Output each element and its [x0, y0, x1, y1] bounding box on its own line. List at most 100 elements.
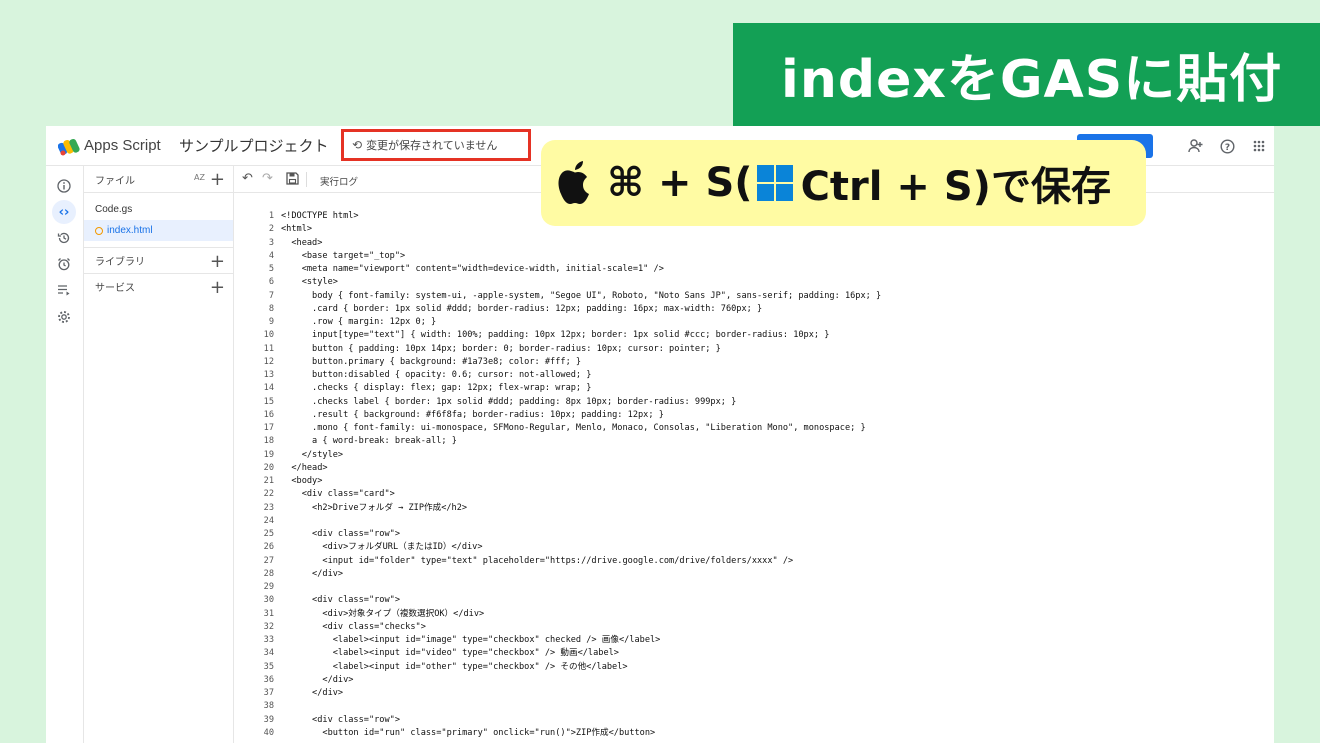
line-number: 31 — [263, 608, 274, 619]
line-number: 15 — [263, 396, 274, 407]
line-number: 4 — [268, 250, 274, 261]
project-name[interactable]: サンプルプロジェクト — [179, 135, 329, 156]
shortcut-win-text: Ctrl + S)で保存 — [800, 164, 1111, 210]
line-number: 17 — [263, 423, 274, 433]
line-number: 13 — [263, 370, 274, 380]
line-number: 1 — [268, 211, 274, 221]
share-person-icon[interactable] — [1186, 136, 1206, 156]
app-name[interactable]: Apps Script — [84, 137, 161, 154]
code-line: button:disabled { opacity: 0.6; cursor: … — [281, 370, 592, 380]
services-label: サービス — [95, 283, 135, 294]
sort-az-icon[interactable]: AZ — [194, 173, 205, 182]
code-line: body { font-family: system-ui, -apple-sy… — [281, 290, 882, 301]
apple-icon — [558, 161, 589, 204]
line-number: 33 — [263, 635, 274, 645]
file-item-index-html[interactable]: index.html — [84, 220, 233, 241]
unsaved-status-text: 変更が保存されていません — [366, 139, 498, 152]
undo-icon[interactable]: ↶ — [242, 171, 253, 186]
code-line: </div> — [281, 568, 344, 579]
line-number: 8 — [268, 303, 274, 314]
line-number: 16 — [263, 409, 274, 420]
code-line: <div class="row"> — [281, 595, 400, 606]
apps-grid-icon[interactable] — [1249, 136, 1269, 156]
code-line: <label><input id="other" type="checkbox"… — [281, 661, 628, 672]
code-line: input[type="text"] { width: 100%; paddin… — [281, 330, 830, 341]
code-line: .checks label { border: 1px solid #ddd; … — [281, 396, 737, 407]
settings-icon[interactable] — [52, 305, 76, 329]
save-icon[interactable] — [286, 172, 299, 189]
line-number: 24 — [263, 515, 274, 526]
code-line: button { padding: 10px 14px; border: 0; … — [281, 343, 721, 354]
line-number: 6 — [268, 277, 274, 288]
line-number: 22 — [263, 489, 274, 500]
line-number: 10 — [263, 330, 274, 341]
info-icon[interactable] — [52, 174, 76, 198]
code-line: <div class="card"> — [281, 489, 395, 500]
sync-icon: ⟲ — [352, 138, 363, 152]
code-line: .card { border: 1px solid #ddd; border-r… — [281, 303, 763, 314]
line-number: 7 — [268, 290, 274, 301]
add-service-icon[interactable]: + — [210, 277, 225, 298]
line-number: 30 — [263, 595, 274, 606]
line-number: 26 — [263, 542, 274, 553]
code-line: <label><input id="image" type="checkbox"… — [281, 635, 661, 645]
code-line: <div class="checks"> — [281, 621, 426, 632]
code-line: <div class="row"> — [281, 529, 400, 539]
code-line: <base target="_top"> — [281, 250, 406, 261]
windows-icon — [756, 165, 793, 201]
save-shortcut-hint: ⌘ + S( Ctrl + S)で保存 — [541, 140, 1146, 226]
code-line: <div>対象タイプ（複数選択OK）</div> — [281, 608, 485, 619]
redo-icon[interactable]: ↷ — [262, 171, 273, 186]
help-icon[interactable]: ? — [1217, 136, 1237, 156]
line-number: 14 — [263, 383, 274, 394]
code-line: </div> — [281, 688, 344, 698]
code-line: <meta name="viewport" content="width=dev… — [281, 264, 664, 274]
line-number: 36 — [263, 674, 274, 685]
code-line: </head> — [281, 462, 328, 473]
unsaved-status: ⟲ 変更が保存されていません — [341, 129, 531, 161]
code-editor[interactable]: 1 2 3 4 5 6 7 8 9 10 11 12 13 14 15 16 17 18 19 20 21 22 23 24 2… — [234, 193, 1274, 743]
libraries-section[interactable]: ライブラリ + — [84, 247, 233, 273]
code-line: <head> — [281, 237, 323, 248]
line-number: 20 — [263, 462, 274, 473]
code-line: </div> — [281, 674, 354, 685]
line-number: 38 — [263, 701, 274, 712]
code-area[interactable]: <!DOCTYPE html> <html> <head> <base targe… — [281, 210, 881, 740]
side-rail: ‹› — [46, 166, 84, 743]
file-panel: ファイル AZ + Code.gs index.html ライブラリ + サービ… — [84, 166, 234, 743]
code-line: <div>フォルダURL（またはID）</div> — [281, 542, 483, 553]
line-number: 32 — [263, 621, 274, 632]
code-line: <body> — [281, 476, 323, 486]
shortcut-mac-text: ⌘ + S( — [607, 160, 753, 206]
code-line: button.primary { background: #1a73e8; co… — [281, 356, 582, 367]
svg-text:?: ? — [1224, 143, 1229, 153]
history-icon[interactable] — [52, 226, 76, 250]
line-number: 12 — [263, 356, 274, 367]
code-line: .mono { font-family: ui-monospace, SFMon… — [281, 423, 866, 433]
code-icon[interactable]: ‹› — [52, 200, 76, 224]
line-number: 9 — [268, 317, 274, 327]
code-line: .result { background: #f6f8fa; border-ra… — [281, 409, 664, 420]
line-number: 2 — [268, 224, 274, 235]
code-line: <h2>Driveフォルダ → ZIP作成</h2> — [281, 502, 468, 513]
code-line: <div class="row"> — [281, 714, 400, 725]
code-line: .checks { display: flex; gap: 12px; flex… — [281, 383, 592, 394]
file-item-code-gs[interactable]: Code.gs — [84, 199, 233, 220]
line-number: 21 — [263, 476, 274, 486]
execution-log-button[interactable]: 実行ログ — [320, 174, 358, 188]
add-file-icon[interactable]: + — [210, 169, 225, 190]
line-number: 5 — [268, 264, 274, 274]
alarm-icon[interactable] — [52, 252, 76, 276]
line-number: 3 — [268, 237, 274, 248]
add-library-icon[interactable]: + — [210, 251, 225, 272]
services-section[interactable]: サービス + — [84, 273, 233, 299]
line-number: 19 — [263, 449, 274, 460]
code-line: <style> — [281, 277, 338, 288]
line-number: 11 — [263, 343, 274, 354]
toolbar-divider — [306, 172, 307, 187]
line-number: 37 — [263, 688, 274, 698]
executions-icon[interactable] — [52, 278, 76, 302]
line-number: 27 — [263, 555, 274, 566]
